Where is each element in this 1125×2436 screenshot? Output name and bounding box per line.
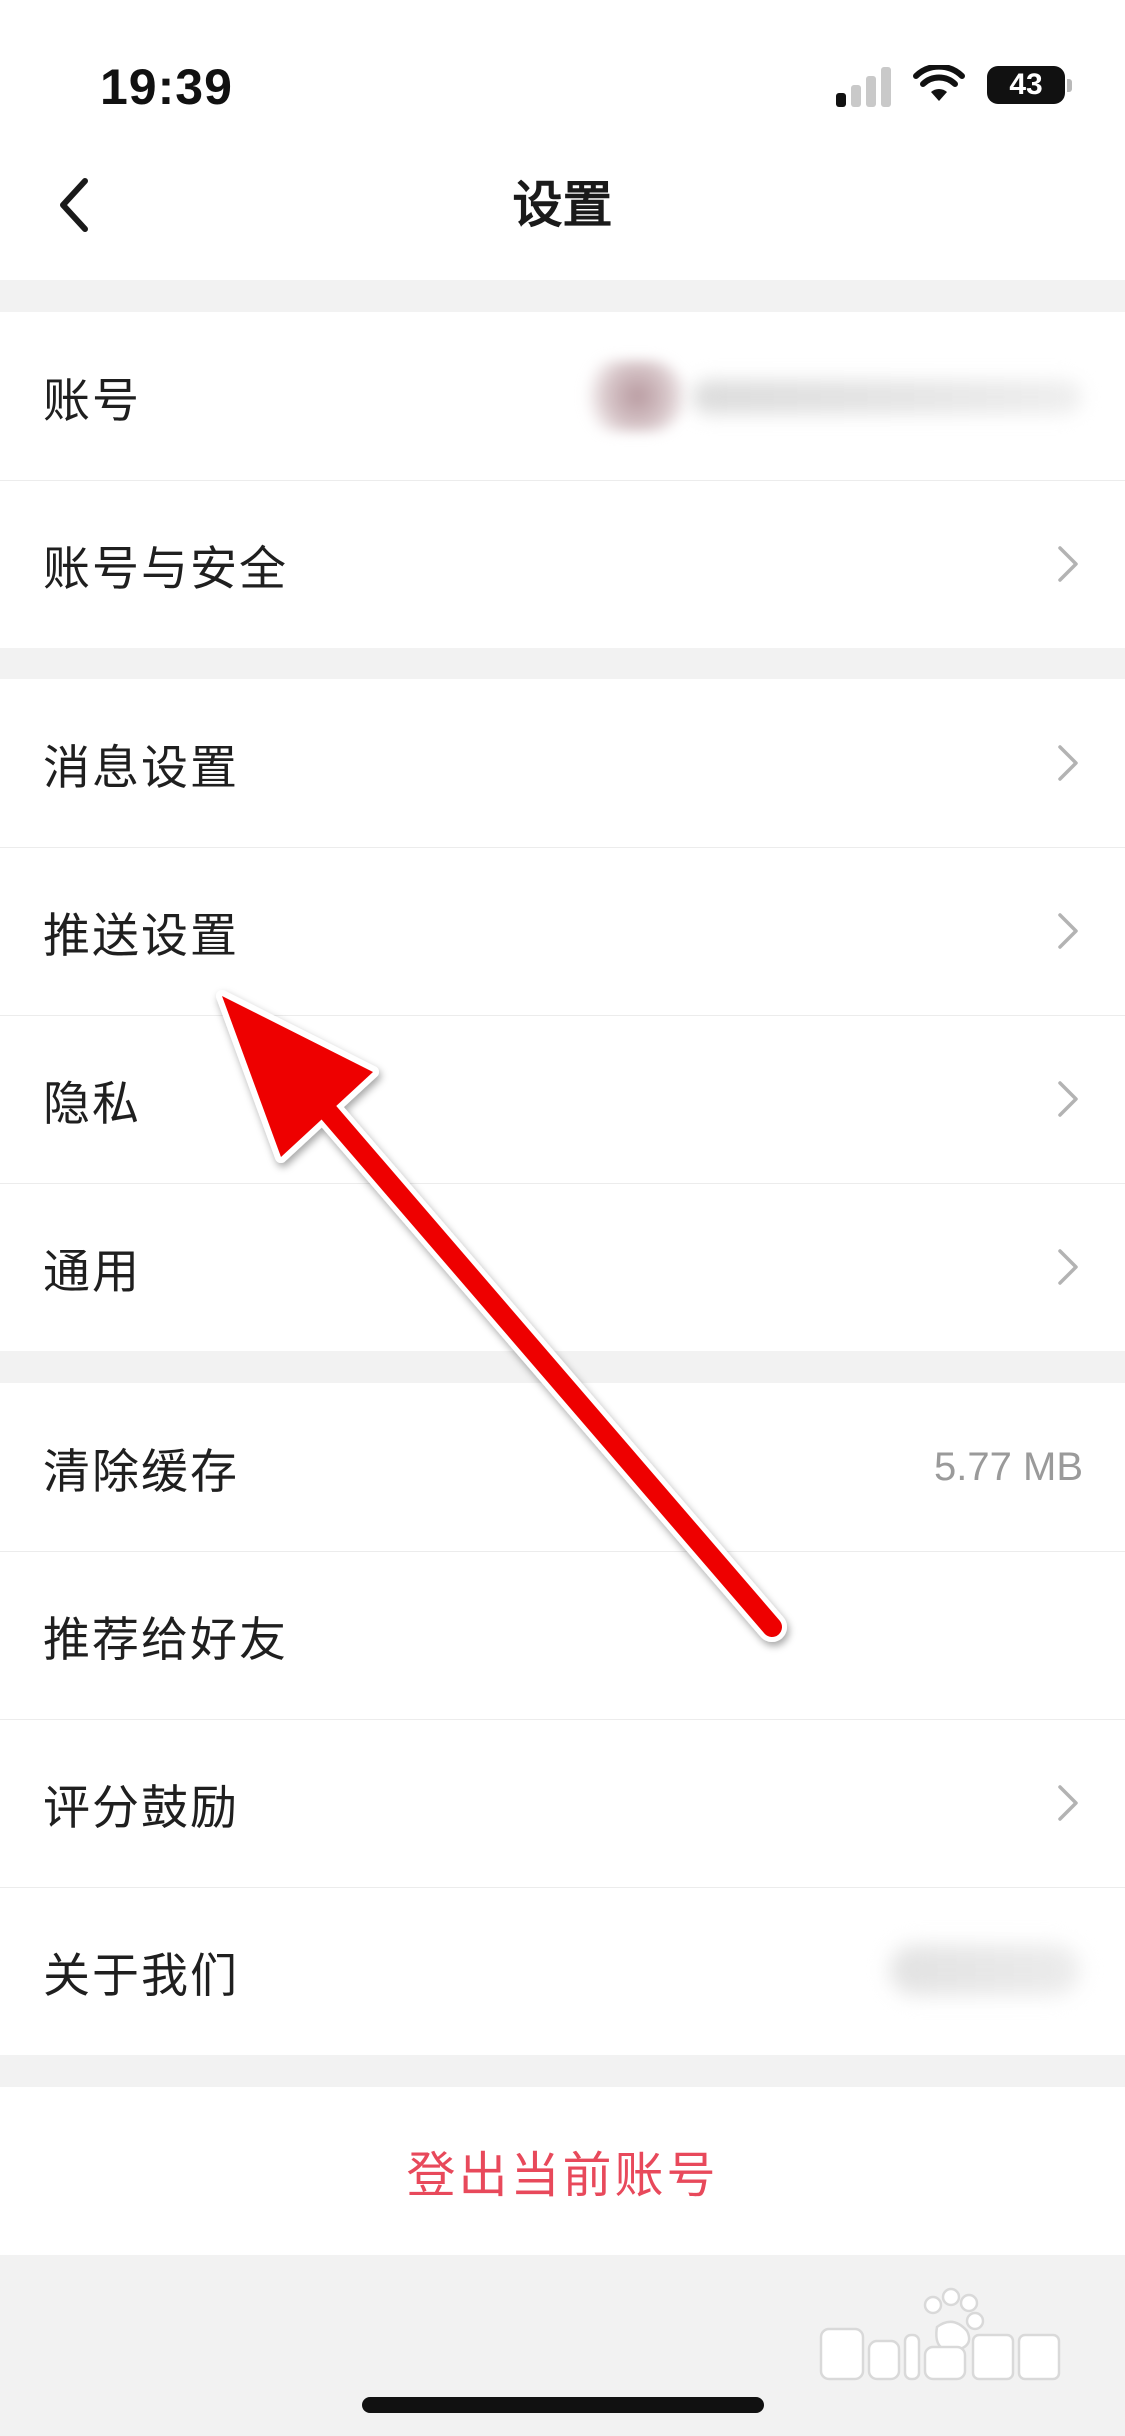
row-label: 推送设置 — [43, 908, 239, 964]
status-icons: 43 — [836, 60, 1072, 110]
back-button[interactable] — [30, 160, 120, 250]
settings-row-rate[interactable]: 评分鼓励 — [0, 1719, 1125, 1887]
chevron-right-icon — [1051, 738, 1085, 788]
row-label: 消息设置 — [43, 740, 239, 796]
settings-group-account: 账号 账号与安全 — [0, 312, 1125, 648]
row-label: 账号 — [43, 373, 141, 429]
account-name-blurred — [692, 380, 1082, 414]
row-label: 账号与安全 — [43, 541, 288, 597]
account-info-blurred — [577, 360, 1087, 432]
battery-icon: 43 — [987, 66, 1072, 104]
row-label: 清除缓存 — [43, 1444, 239, 1500]
row-label: 推荐给好友 — [43, 1612, 288, 1668]
settings-group-misc: 清除缓存 5.77 MB 推荐给好友 评分鼓励 关于我们 — [0, 1383, 1125, 2055]
status-time: 19:39 — [100, 59, 233, 115]
chevron-right-icon — [1051, 1242, 1085, 1292]
settings-row-message-settings[interactable]: 消息设置 — [0, 679, 1125, 847]
nav-bar: 设置 — [0, 130, 1125, 280]
settings-row-general[interactable]: 通用 — [0, 1183, 1125, 1351]
chevron-right-icon — [1051, 1778, 1085, 1828]
cache-size-value: 5.77 MB — [934, 1444, 1083, 1489]
home-indicator[interactable] — [362, 2397, 764, 2413]
watermark-logo — [815, 2285, 1065, 2395]
page-title: 设置 — [512, 176, 613, 234]
settings-row-push-settings[interactable]: 推送设置 — [0, 847, 1125, 1015]
row-label: 关于我们 — [43, 1948, 239, 2004]
logout-label: 登出当前账号 — [406, 2146, 719, 2204]
settings-group-preferences: 消息设置 推送设置 隐私 通用 — [0, 679, 1125, 1351]
settings-row-clear-cache[interactable]: 清除缓存 5.77 MB — [0, 1383, 1125, 1551]
settings-row-account[interactable]: 账号 — [0, 312, 1125, 480]
avatar — [577, 360, 687, 432]
settings-row-privacy[interactable]: 隐私 — [0, 1015, 1125, 1183]
chevron-left-icon — [60, 178, 88, 232]
settings-row-account-security[interactable]: 账号与安全 — [0, 480, 1125, 648]
settings-row-about-us[interactable]: 关于我们 — [0, 1887, 1125, 2055]
chevron-right-icon — [1051, 1074, 1085, 1124]
status-bar: 19:39 43 — [0, 0, 1125, 130]
wifi-icon — [913, 65, 965, 101]
chevron-right-icon — [1051, 906, 1085, 956]
chevron-right-icon — [1051, 539, 1085, 589]
settings-row-recommend-friends[interactable]: 推荐给好友 — [0, 1551, 1125, 1719]
row-label: 通用 — [43, 1244, 141, 1300]
logout-button[interactable]: 登出当前账号 — [0, 2087, 1125, 2255]
row-label: 评分鼓励 — [43, 1780, 239, 1836]
cellular-signal-icon — [836, 63, 891, 107]
app-version-blurred — [890, 1945, 1080, 1995]
row-label: 隐私 — [43, 1076, 141, 1132]
